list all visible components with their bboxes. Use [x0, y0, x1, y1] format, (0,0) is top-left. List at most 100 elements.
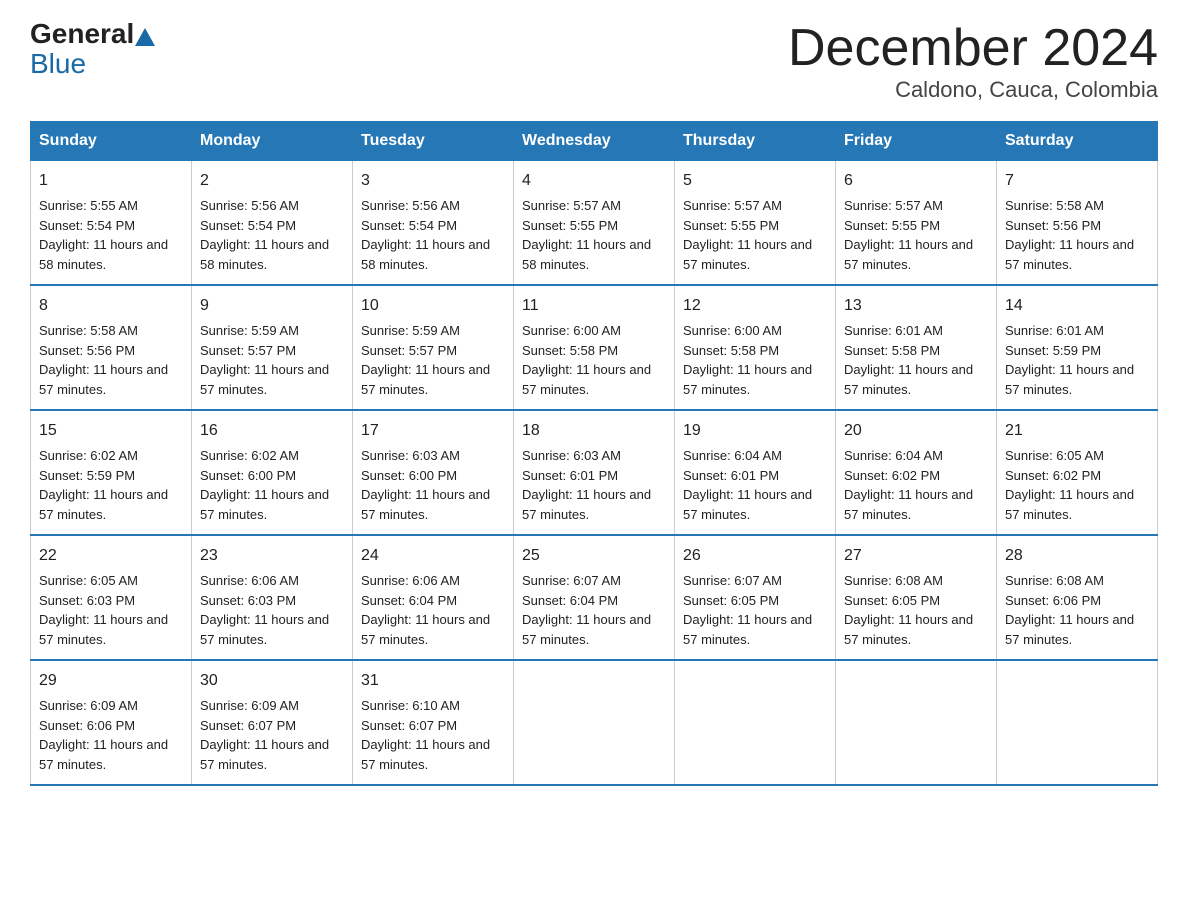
- calendar-cell: 28 Sunrise: 6:08 AMSunset: 6:06 PMDaylig…: [997, 535, 1158, 660]
- day-info: Sunrise: 6:04 AMSunset: 6:01 PMDaylight:…: [683, 448, 812, 522]
- calendar-cell: 6 Sunrise: 5:57 AMSunset: 5:55 PMDayligh…: [836, 161, 997, 286]
- calendar-cell: 14 Sunrise: 6:01 AMSunset: 5:59 PMDaylig…: [997, 285, 1158, 410]
- day-info: Sunrise: 6:00 AMSunset: 5:58 PMDaylight:…: [683, 323, 812, 397]
- day-info: Sunrise: 6:05 AMSunset: 6:03 PMDaylight:…: [39, 573, 168, 647]
- calendar-cell: 11 Sunrise: 6:00 AMSunset: 5:58 PMDaylig…: [514, 285, 675, 410]
- day-number: 1: [39, 169, 183, 193]
- calendar-cell: [997, 660, 1158, 785]
- day-number: 28: [1005, 544, 1149, 568]
- calendar-cell: 16 Sunrise: 6:02 AMSunset: 6:00 PMDaylig…: [192, 410, 353, 535]
- day-info: Sunrise: 6:09 AMSunset: 6:07 PMDaylight:…: [200, 698, 329, 772]
- day-info: Sunrise: 5:59 AMSunset: 5:57 PMDaylight:…: [361, 323, 490, 397]
- day-info: Sunrise: 5:56 AMSunset: 5:54 PMDaylight:…: [200, 198, 329, 272]
- day-info: Sunrise: 5:58 AMSunset: 5:56 PMDaylight:…: [39, 323, 168, 397]
- day-number: 20: [844, 419, 988, 443]
- logo: General Blue: [30, 20, 157, 80]
- calendar-cell: 18 Sunrise: 6:03 AMSunset: 6:01 PMDaylig…: [514, 410, 675, 535]
- day-number: 29: [39, 669, 183, 693]
- calendar-header: Sunday Monday Tuesday Wednesday Thursday…: [31, 122, 1158, 161]
- calendar-cell: 3 Sunrise: 5:56 AMSunset: 5:54 PMDayligh…: [353, 161, 514, 286]
- logo-triangle-icon: [135, 28, 155, 46]
- day-number: 11: [522, 294, 666, 318]
- day-info: Sunrise: 6:07 AMSunset: 6:04 PMDaylight:…: [522, 573, 651, 647]
- day-info: Sunrise: 6:00 AMSunset: 5:58 PMDaylight:…: [522, 323, 651, 397]
- header: General Blue December 2024 Caldono, Cauc…: [30, 20, 1158, 103]
- col-monday: Monday: [192, 122, 353, 161]
- calendar-cell: [514, 660, 675, 785]
- day-number: 27: [844, 544, 988, 568]
- day-info: Sunrise: 6:03 AMSunset: 6:00 PMDaylight:…: [361, 448, 490, 522]
- day-info: Sunrise: 6:01 AMSunset: 5:59 PMDaylight:…: [1005, 323, 1134, 397]
- col-thursday: Thursday: [675, 122, 836, 161]
- day-number: 17: [361, 419, 505, 443]
- calendar-cell: 9 Sunrise: 5:59 AMSunset: 5:57 PMDayligh…: [192, 285, 353, 410]
- calendar-cell: 1 Sunrise: 5:55 AMSunset: 5:54 PMDayligh…: [31, 161, 192, 286]
- day-info: Sunrise: 6:02 AMSunset: 5:59 PMDaylight:…: [39, 448, 168, 522]
- calendar-cell: 20 Sunrise: 6:04 AMSunset: 6:02 PMDaylig…: [836, 410, 997, 535]
- header-row: Sunday Monday Tuesday Wednesday Thursday…: [31, 122, 1158, 161]
- calendar-cell: 30 Sunrise: 6:09 AMSunset: 6:07 PMDaylig…: [192, 660, 353, 785]
- calendar-week-row: 8 Sunrise: 5:58 AMSunset: 5:56 PMDayligh…: [31, 285, 1158, 410]
- calendar-cell: 27 Sunrise: 6:08 AMSunset: 6:05 PMDaylig…: [836, 535, 997, 660]
- calendar-cell: 5 Sunrise: 5:57 AMSunset: 5:55 PMDayligh…: [675, 161, 836, 286]
- day-info: Sunrise: 6:04 AMSunset: 6:02 PMDaylight:…: [844, 448, 973, 522]
- calendar-cell: 21 Sunrise: 6:05 AMSunset: 6:02 PMDaylig…: [997, 410, 1158, 535]
- day-info: Sunrise: 6:01 AMSunset: 5:58 PMDaylight:…: [844, 323, 973, 397]
- day-number: 12: [683, 294, 827, 318]
- day-number: 15: [39, 419, 183, 443]
- day-number: 24: [361, 544, 505, 568]
- location-title: Caldono, Cauca, Colombia: [788, 77, 1158, 103]
- day-info: Sunrise: 6:09 AMSunset: 6:06 PMDaylight:…: [39, 698, 168, 772]
- day-number: 16: [200, 419, 344, 443]
- col-saturday: Saturday: [997, 122, 1158, 161]
- day-number: 2: [200, 169, 344, 193]
- month-title: December 2024: [788, 20, 1158, 77]
- day-number: 21: [1005, 419, 1149, 443]
- day-info: Sunrise: 6:07 AMSunset: 6:05 PMDaylight:…: [683, 573, 812, 647]
- calendar-week-row: 1 Sunrise: 5:55 AMSunset: 5:54 PMDayligh…: [31, 161, 1158, 286]
- day-number: 3: [361, 169, 505, 193]
- day-info: Sunrise: 5:55 AMSunset: 5:54 PMDaylight:…: [39, 198, 168, 272]
- calendar-cell: 7 Sunrise: 5:58 AMSunset: 5:56 PMDayligh…: [997, 161, 1158, 286]
- day-info: Sunrise: 5:58 AMSunset: 5:56 PMDaylight:…: [1005, 198, 1134, 272]
- logo-general-text: General: [30, 20, 134, 48]
- day-number: 26: [683, 544, 827, 568]
- calendar-table: Sunday Monday Tuesday Wednesday Thursday…: [30, 121, 1158, 786]
- calendar-body: 1 Sunrise: 5:55 AMSunset: 5:54 PMDayligh…: [31, 161, 1158, 786]
- day-number: 18: [522, 419, 666, 443]
- day-info: Sunrise: 5:59 AMSunset: 5:57 PMDaylight:…: [200, 323, 329, 397]
- day-info: Sunrise: 5:57 AMSunset: 5:55 PMDaylight:…: [683, 198, 812, 272]
- calendar-cell: 10 Sunrise: 5:59 AMSunset: 5:57 PMDaylig…: [353, 285, 514, 410]
- day-number: 13: [844, 294, 988, 318]
- day-number: 8: [39, 294, 183, 318]
- day-number: 4: [522, 169, 666, 193]
- day-number: 23: [200, 544, 344, 568]
- day-number: 31: [361, 669, 505, 693]
- day-number: 30: [200, 669, 344, 693]
- calendar-cell: 4 Sunrise: 5:57 AMSunset: 5:55 PMDayligh…: [514, 161, 675, 286]
- calendar-cell: 13 Sunrise: 6:01 AMSunset: 5:58 PMDaylig…: [836, 285, 997, 410]
- calendar-cell: [675, 660, 836, 785]
- calendar-cell: 17 Sunrise: 6:03 AMSunset: 6:00 PMDaylig…: [353, 410, 514, 535]
- day-number: 5: [683, 169, 827, 193]
- day-info: Sunrise: 6:02 AMSunset: 6:00 PMDaylight:…: [200, 448, 329, 522]
- calendar-week-row: 22 Sunrise: 6:05 AMSunset: 6:03 PMDaylig…: [31, 535, 1158, 660]
- day-number: 6: [844, 169, 988, 193]
- day-info: Sunrise: 6:03 AMSunset: 6:01 PMDaylight:…: [522, 448, 651, 522]
- calendar-cell: 24 Sunrise: 6:06 AMSunset: 6:04 PMDaylig…: [353, 535, 514, 660]
- calendar-week-row: 15 Sunrise: 6:02 AMSunset: 5:59 PMDaylig…: [31, 410, 1158, 535]
- calendar-cell: 8 Sunrise: 5:58 AMSunset: 5:56 PMDayligh…: [31, 285, 192, 410]
- col-tuesday: Tuesday: [353, 122, 514, 161]
- day-info: Sunrise: 5:57 AMSunset: 5:55 PMDaylight:…: [844, 198, 973, 272]
- calendar-cell: [836, 660, 997, 785]
- calendar-cell: 15 Sunrise: 6:02 AMSunset: 5:59 PMDaylig…: [31, 410, 192, 535]
- calendar-cell: 26 Sunrise: 6:07 AMSunset: 6:05 PMDaylig…: [675, 535, 836, 660]
- day-number: 7: [1005, 169, 1149, 193]
- col-friday: Friday: [836, 122, 997, 161]
- calendar-cell: 12 Sunrise: 6:00 AMSunset: 5:58 PMDaylig…: [675, 285, 836, 410]
- calendar-cell: 23 Sunrise: 6:06 AMSunset: 6:03 PMDaylig…: [192, 535, 353, 660]
- calendar-cell: 2 Sunrise: 5:56 AMSunset: 5:54 PMDayligh…: [192, 161, 353, 286]
- col-wednesday: Wednesday: [514, 122, 675, 161]
- day-number: 9: [200, 294, 344, 318]
- calendar-cell: 25 Sunrise: 6:07 AMSunset: 6:04 PMDaylig…: [514, 535, 675, 660]
